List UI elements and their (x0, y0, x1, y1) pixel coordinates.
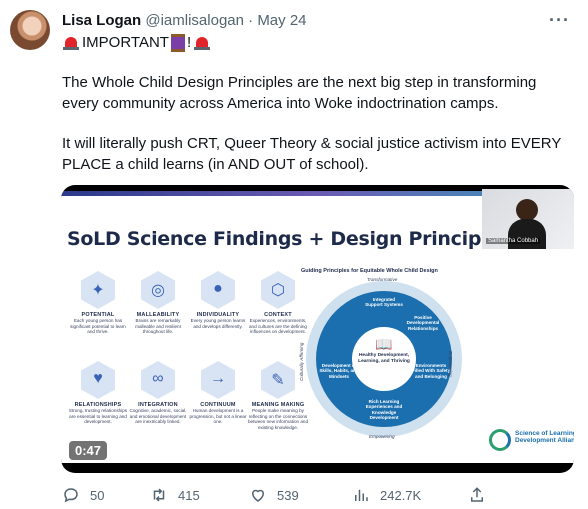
video-player[interactable]: SoLD Science Findings + Design Principle… (61, 185, 574, 473)
speaker-head (516, 199, 538, 221)
principle-description: Experiences, environments, and cultures … (249, 318, 307, 335)
views-chart-icon (355, 489, 368, 501)
meaning-icon-glyph: ✎ (271, 372, 285, 389)
relationship-icon-glyph: ♥ (93, 370, 103, 387)
siren-emoji-icon (62, 35, 80, 51)
views-count: 242.7K (380, 487, 422, 503)
video-timer: 0:47 (69, 441, 108, 460)
like-count: 539 (277, 487, 299, 503)
more-options-icon[interactable]: ··· (549, 10, 570, 31)
person-icon: ● (201, 271, 235, 309)
separator-dot: · (248, 12, 254, 29)
integration-icon: ∞ (141, 361, 175, 399)
network-icon-glyph: ⬡ (271, 282, 285, 299)
principle-6: → CONTINUUM Human development is a progres… (187, 361, 249, 425)
principle-0: ✦ POTENTIAL Each young person has signific… (67, 271, 129, 335)
principle-description: Strong, trusting relationships are essen… (68, 408, 128, 425)
tweet-paragraph-1: The Whole Child Design Principles are th… (62, 74, 537, 112)
tweet-date[interactable]: May 24 (257, 12, 306, 29)
principle-description: Each young person has significant potent… (70, 318, 126, 335)
segment-0: Integrated Support Systems (365, 297, 403, 308)
siren-emoji-icon (193, 35, 211, 51)
guide-title: Guiding Principles for Equitable Whole C… (301, 268, 438, 274)
retweet-count: 415 (178, 487, 200, 503)
continuum-icon-glyph: → (210, 370, 226, 387)
logo-circle-icon (489, 429, 511, 451)
center-circle: 📖 Healthy Development, Learning, and Thr… (352, 327, 416, 391)
principle-description: Every young person learns and develops d… (190, 318, 246, 329)
tweet-actions: 50 415 539 242.7K (62, 486, 482, 506)
reply-icon (64, 488, 78, 503)
principle-description: People make meaning by reflecting on the… (247, 408, 308, 430)
segment-1: Positive Developmental Relationships (406, 315, 440, 331)
principle-3: ⬡ CONTEXT Experiences, environments, and c… (247, 271, 309, 335)
integration-icon-glyph: ∞ (152, 370, 164, 387)
webcam-overlay: Samantha Cobbah (482, 189, 574, 249)
principle-description: Cognitive, academic, social, and emotion… (129, 408, 187, 425)
tweet-headline: IMPORTANT ! (62, 33, 211, 53)
principle-description: Brains are remarkably malleable and resi… (135, 318, 181, 335)
meaning-icon: ✎ (261, 361, 295, 399)
author-avatar[interactable] (10, 10, 50, 50)
principle-description: Human development is a progression, but … (189, 408, 247, 425)
headline-text: IMPORTANT (82, 34, 169, 51)
brain-icon: ◎ (141, 271, 175, 309)
headline-suffix: ! (186, 34, 192, 51)
reply-count: 50 (90, 487, 105, 503)
ring-label-bottom: Empowering (369, 434, 395, 439)
like-button[interactable]: 539 (249, 486, 299, 504)
tweet-paragraph-2: It will literally push CRT, Queer Theory… (62, 135, 562, 173)
author-handle[interactable]: @iamlisalogan (145, 12, 244, 29)
author-name[interactable]: Lisa Logan (62, 12, 141, 29)
heart-icon (251, 489, 265, 502)
people-stars-icon: ✦ (81, 271, 115, 309)
spool-emoji-icon (170, 34, 185, 52)
principle-1: ◎ MALLEABILITY Brains are remarkably malle… (127, 271, 189, 335)
center-text: Healthy Development, Learning, and Thriv… (358, 353, 410, 364)
people-stars-icon-glyph: ✦ (91, 282, 105, 299)
segment-2: Environments Filled With Safety and Belo… (411, 363, 451, 379)
tweet-header: Lisa Logan @iamlisalogan · May 24 (62, 12, 307, 30)
share-button[interactable] (468, 486, 486, 504)
brain-icon-glyph: ◎ (151, 282, 165, 299)
principle-2: ● INDIVIDUALITY Every young person learns … (187, 271, 249, 329)
slide-title: SoLD Science Findings + Design Principle… (67, 228, 511, 250)
principle-5: ∞ INTEGRATION Cognitive, academic, social,… (127, 361, 189, 425)
ring-label-right: Empowering (448, 351, 453, 377)
speaker-body (508, 219, 546, 249)
segment-3: Rich Learning Experiences and Knowledge … (365, 399, 403, 421)
retweet-icon (153, 488, 165, 502)
ring-label-left: Culturally Affirming (299, 342, 304, 381)
reading-icon: 📖 (375, 336, 393, 352)
continuum-icon: → (201, 361, 235, 399)
network-icon: ⬡ (261, 271, 295, 309)
speaker-name: Samantha Cobbah (486, 238, 541, 244)
views-button[interactable]: 242.7K (352, 486, 421, 504)
principle-4: ♥ RELATIONSHIPS Strong, trusting relations… (67, 361, 129, 425)
relationship-icon: ♥ (81, 361, 115, 399)
ring-label-top: Transformative (367, 277, 398, 282)
reply-button[interactable]: 50 (62, 486, 104, 504)
person-icon-glyph: ● (213, 280, 223, 297)
retweet-button[interactable]: 415 (150, 486, 200, 504)
logo-text: Science of Learning & Development Allian… (515, 430, 574, 445)
share-icon (471, 487, 483, 502)
